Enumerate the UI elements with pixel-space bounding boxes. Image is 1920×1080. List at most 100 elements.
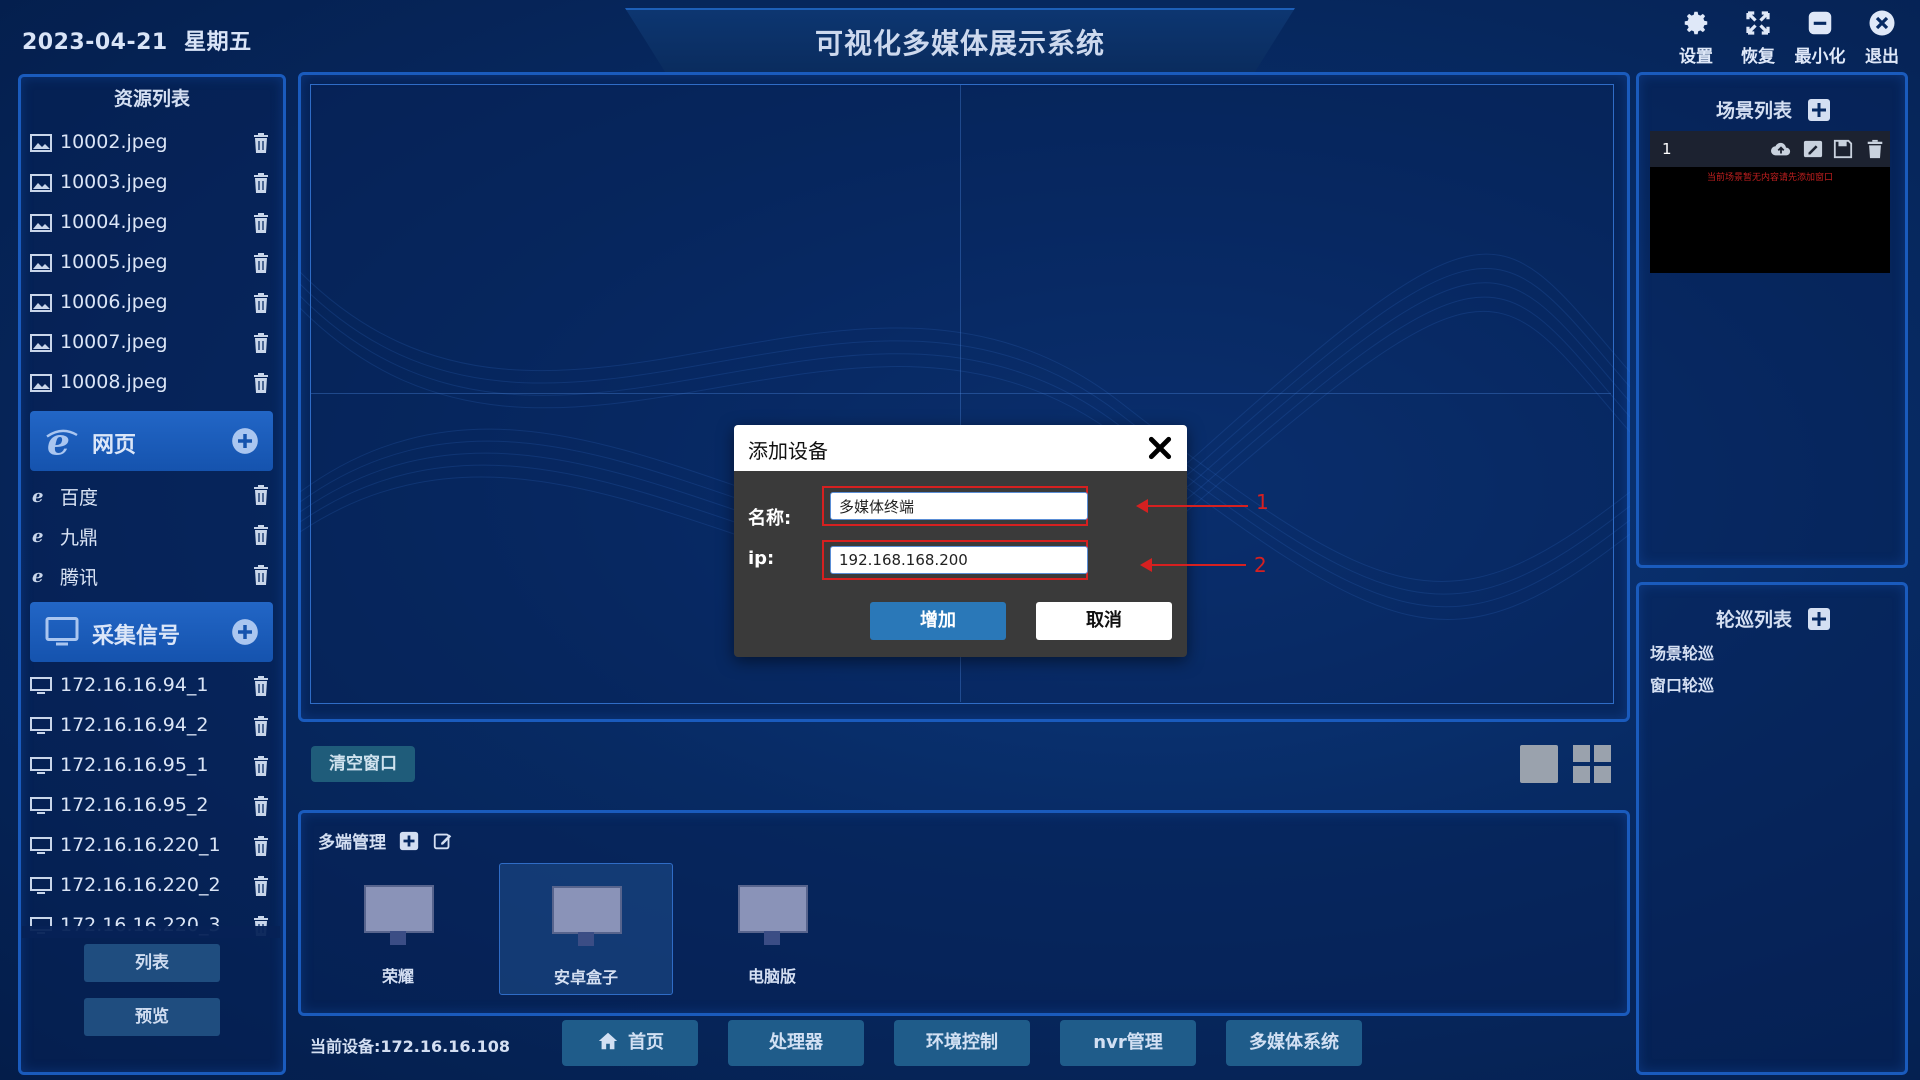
clear-window-button[interactable]: 清空窗口 [311, 746, 415, 782]
edit-scene-icon[interactable] [1802, 139, 1824, 159]
minimize-icon [1808, 11, 1832, 35]
image-icon [30, 294, 52, 312]
delete-icon[interactable] [252, 796, 270, 816]
nav-home-button[interactable]: 首页 [562, 1020, 698, 1066]
delete-icon[interactable] [252, 173, 270, 193]
signal-item-label: 172.16.16.94_2 [60, 714, 209, 736]
monitor-icon [30, 837, 52, 854]
add-device-button[interactable]: 增加 [870, 602, 1006, 640]
cancel-button[interactable]: 取消 [1036, 602, 1172, 640]
delete-icon[interactable] [252, 253, 270, 273]
edit-terminal-icon[interactable] [432, 830, 454, 852]
device-label: 荣耀 [381, 967, 414, 986]
ie-icon: e [32, 486, 43, 504]
delete-icon[interactable] [252, 756, 270, 776]
web-item-label: 九鼎 [60, 527, 99, 549]
layout-single-button[interactable] [1520, 745, 1558, 783]
image-item-label: 10008.jpeg [60, 371, 168, 393]
delete-icon[interactable] [252, 373, 270, 393]
add-web-icon[interactable] [231, 427, 259, 455]
add-signal-icon[interactable] [231, 618, 259, 646]
image-item[interactable]: 10008.jpeg [30, 365, 270, 401]
device-name-input[interactable] [830, 492, 1088, 520]
signal-item[interactable]: 172.16.16.94_1 [30, 668, 270, 704]
scene-number: 1 [1662, 140, 1672, 158]
image-item-label: 10006.jpeg [60, 291, 168, 313]
image-item[interactable]: 10002.jpeg [30, 125, 270, 161]
web-item[interactable]: e 百度 [30, 477, 270, 513]
restore-icon [1746, 11, 1770, 35]
web-item[interactable]: e 腾讯 [30, 557, 270, 593]
delete-icon[interactable] [252, 333, 270, 353]
delete-icon[interactable] [252, 525, 270, 545]
list-button[interactable]: 列表 [84, 944, 220, 982]
signal-item[interactable]: 172.16.16.220_2 [30, 868, 270, 904]
cloud-upload-icon[interactable] [1770, 139, 1792, 159]
image-icon [30, 374, 52, 392]
delete-scene-icon[interactable] [1864, 139, 1886, 159]
signal-item[interactable]: 172.16.16.95_1 [30, 748, 270, 784]
settings-label: 设置 [1679, 47, 1713, 67]
signal-item-label: 172.16.16.95_1 [60, 754, 209, 776]
delete-icon[interactable] [252, 716, 270, 736]
nav-processor-button[interactable]: 处理器 [728, 1020, 864, 1066]
multi-terminal-title: 多端管理 [318, 828, 454, 853]
delete-icon[interactable] [252, 133, 270, 153]
nav-nvr-button[interactable]: nvr管理 [1060, 1020, 1196, 1066]
device-pc[interactable]: 电脑版 [686, 863, 858, 993]
delete-icon[interactable] [252, 876, 270, 896]
monitor-icon [30, 677, 52, 694]
layout-quad-button[interactable] [1573, 745, 1611, 783]
add-patrol-icon[interactable] [1807, 607, 1831, 631]
add-terminal-icon[interactable] [398, 830, 420, 852]
image-item[interactable]: 10007.jpeg [30, 325, 270, 361]
delete-icon[interactable] [252, 836, 270, 856]
image-item[interactable]: 10005.jpeg [30, 245, 270, 281]
date: 2023-04-21 [22, 30, 168, 55]
exit-button[interactable]: 退出 [1852, 8, 1912, 67]
signal-item[interactable]: 172.16.16.94_2 [30, 708, 270, 744]
device-ip-input[interactable] [830, 546, 1088, 574]
date-display: 2023-04-21 星期五 [22, 24, 252, 56]
add-scene-icon[interactable] [1807, 98, 1831, 122]
delete-icon[interactable] [252, 676, 270, 696]
signal-item[interactable]: 172.16.16.95_2 [30, 788, 270, 824]
nav-environment-button[interactable]: 环境控制 [894, 1020, 1030, 1066]
annotation-arrow-1 [1136, 499, 1248, 513]
delete-icon[interactable] [252, 213, 270, 233]
signal-group-header[interactable]: 采集信号 [30, 602, 273, 662]
image-item[interactable]: 10003.jpeg [30, 165, 270, 201]
close-icon[interactable] [1147, 435, 1173, 461]
settings-button[interactable]: 设置 [1666, 8, 1726, 67]
save-scene-icon[interactable] [1832, 139, 1854, 159]
patrol-item-scene[interactable]: 场景轮巡 [1650, 640, 1714, 664]
list-fade [22, 926, 280, 938]
delete-icon[interactable] [252, 485, 270, 505]
web-group-header[interactable]: e 网页 [30, 411, 273, 471]
image-item[interactable]: 10004.jpeg [30, 205, 270, 241]
minimize-label: 最小化 [1794, 47, 1846, 67]
image-item[interactable]: 10006.jpeg [30, 285, 270, 321]
image-icon [30, 174, 52, 192]
delete-icon[interactable] [252, 565, 270, 585]
exit-label: 退出 [1865, 47, 1899, 67]
monitor-icon [30, 757, 52, 774]
grid-divider-horizontal [311, 393, 1611, 394]
device-honor[interactable]: 荣耀 [312, 863, 484, 993]
restore-button[interactable]: 恢复 [1728, 8, 1788, 67]
delete-icon[interactable] [252, 293, 270, 313]
nav-multimedia-button[interactable]: 多媒体系统 [1226, 1020, 1362, 1066]
patrol-item-window[interactable]: 窗口轮巡 [1650, 672, 1714, 696]
svg-text:e: e [32, 526, 43, 544]
image-icon [30, 214, 52, 232]
web-item-label: 腾讯 [60, 567, 99, 589]
image-icon [30, 134, 52, 152]
minimize-button[interactable]: 最小化 [1790, 8, 1850, 67]
image-icon [30, 254, 52, 272]
web-item[interactable]: e 九鼎 [30, 517, 270, 553]
monitor-icon [30, 877, 52, 894]
preview-button[interactable]: 预览 [84, 998, 220, 1036]
signal-item[interactable]: 172.16.16.220_1 [30, 828, 270, 864]
device-label: 安卓盒子 [553, 968, 618, 987]
device-android-box[interactable]: 安卓盒子 [499, 863, 673, 995]
